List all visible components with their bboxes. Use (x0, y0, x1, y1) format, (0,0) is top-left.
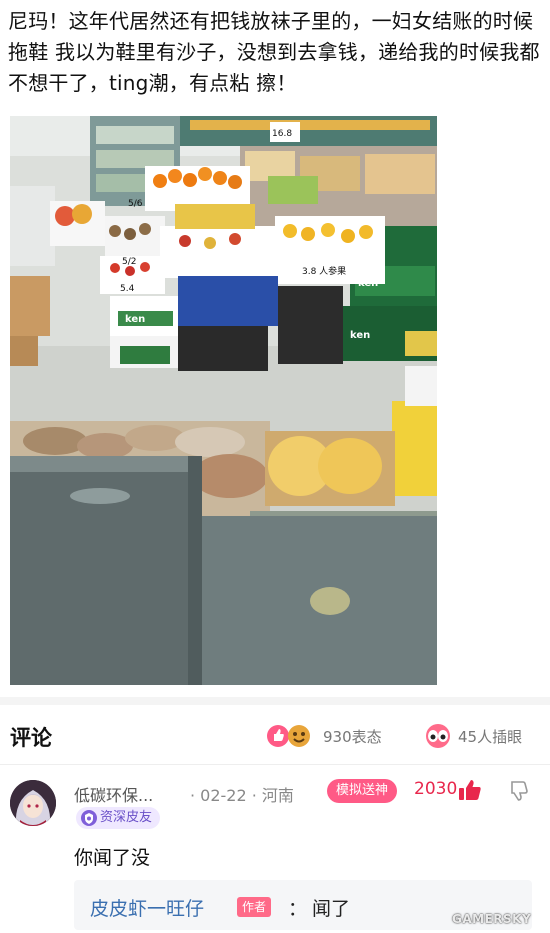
price-tag-1: 5/6 (128, 199, 143, 209)
comment-body: 你闻了没 (74, 847, 151, 869)
comment-username[interactable]: 低碳环保... (74, 782, 153, 806)
comment-item: 低碳环保... · 02-22 · 河南 模拟送神 2030 资深皮友 你闻了没… (0, 770, 550, 933)
thumbs-up-face-icon[interactable] (266, 723, 316, 749)
reply-author[interactable]: 皮皮虾一旺仔 (90, 894, 204, 921)
post-photo[interactable]: 5/6 5/2 5.4 3.8 人参果 16.8 ken ken ken (10, 116, 437, 685)
post-text: 尼玛！这年代居然还有把钱放袜子里的，一妇女结账的时候拖鞋 我以为鞋里有沙子，没想… (8, 9, 540, 95)
comment-date-location: · 02-22 · 河南 (190, 786, 294, 805)
beer-box-label-2: ken (358, 278, 378, 289)
beer-box-label-3: ken (350, 330, 370, 341)
mock-god-badge: 模拟送神 (327, 779, 398, 803)
eyes-icon[interactable] (423, 723, 453, 749)
collect-count[interactable]: 45人插眼 (458, 726, 522, 747)
reply-colon: ： (288, 898, 308, 920)
reply-text: 闻了 (312, 898, 351, 920)
level-label: 资深皮友 (100, 810, 153, 825)
comments-header: 评论 930表态 45人插眼 (0, 712, 550, 762)
avatar[interactable] (10, 780, 56, 826)
price-tag-3: 5.4 (120, 284, 135, 294)
comments-title: 评论 (10, 726, 52, 750)
thumbs-down-icon[interactable] (508, 780, 530, 802)
shield-badge-icon (81, 810, 97, 826)
watermark: GAMERSKY (452, 912, 532, 926)
thumbs-up-icon[interactable] (458, 779, 482, 801)
author-tag: 作者 (237, 897, 272, 917)
beer-box-label-1: ken (125, 314, 145, 325)
level-badge: 资深皮友 (76, 807, 161, 829)
likes-count: 2030 (414, 779, 458, 799)
price-tag-2: 5/2 (122, 257, 136, 267)
price-tag-4: 3.8 人参果 (302, 265, 346, 277)
divider (0, 764, 550, 765)
reactions-count[interactable]: 930表态 (323, 726, 382, 747)
price-tag-5: 16.8 (272, 129, 292, 139)
section-divider (0, 697, 550, 705)
